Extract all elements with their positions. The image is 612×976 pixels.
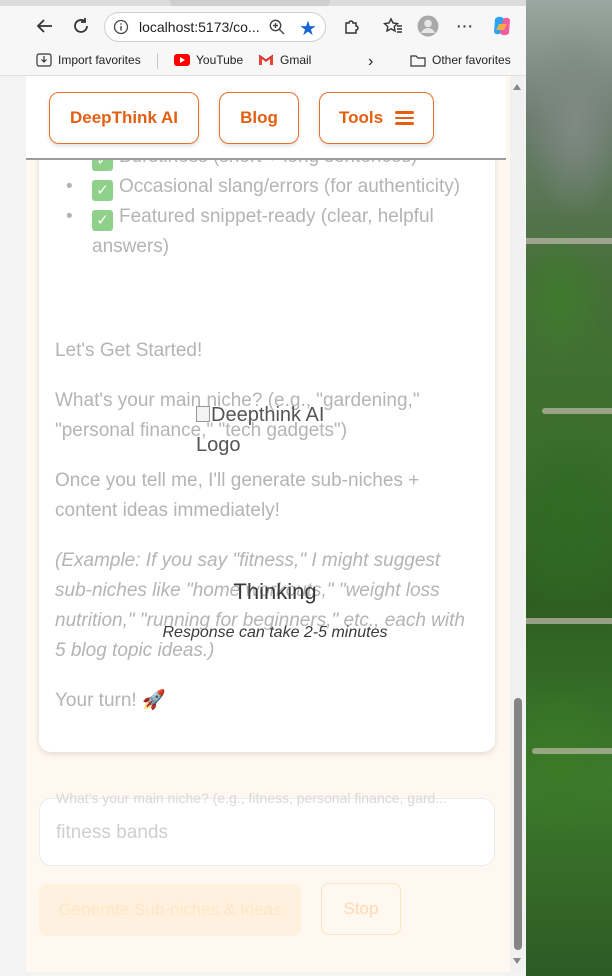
copilot-icon[interactable] — [490, 14, 514, 38]
refresh-icon[interactable] — [69, 14, 93, 38]
zoom-icon[interactable] — [268, 18, 286, 36]
scroll-thumb[interactable] — [514, 698, 522, 950]
youtube-link[interactable]: YouTube — [174, 53, 243, 67]
info-icon[interactable] — [113, 19, 129, 35]
lets-start-text: Let's Get Started! — [55, 340, 203, 361]
your-turn-text: Your turn! 🚀 — [55, 690, 166, 711]
once-text: Once you tell me, I'll generate sub-nich… — [55, 470, 420, 521]
hamburger-menu-icon[interactable] — [395, 108, 415, 128]
folder-icon — [410, 54, 426, 67]
extensions-icon[interactable] — [340, 14, 364, 38]
gmail-icon — [258, 54, 274, 65]
tools-button[interactable]: Tools — [319, 92, 434, 144]
list-item: ✓Featured snippet-ready (clear, helpful … — [66, 202, 476, 262]
favorite-star-icon[interactable]: ★ — [299, 16, 317, 41]
app-page: ✓Burstiness (short + long sentences) ✓Oc… — [26, 76, 510, 972]
import-icon — [36, 53, 52, 67]
blog-label[interactable]: Blog — [240, 108, 278, 128]
feature-checklist: ✓Burstiness (short + long sentences) ✓Oc… — [66, 142, 476, 262]
response-time-note: Response can take 2-5 minutes — [162, 624, 388, 641]
wallpaper-road — [532, 748, 612, 754]
list-item-text: Featured snippet-ready (clear, helpful a… — [92, 206, 434, 257]
gmail-link[interactable]: Gmail — [258, 53, 311, 67]
wallpaper-road — [542, 408, 612, 414]
scroll-up-arrow-icon[interactable] — [513, 84, 521, 90]
other-favorites-link[interactable]: Other favorites — [410, 53, 511, 67]
address-bar[interactable]: localhost:5173/co... ★ — [104, 12, 326, 42]
brand-button[interactable]: DeepThink AI — [49, 92, 199, 144]
list-item: ✓ Occasional slang/errors (for authentici… — [66, 172, 476, 202]
generate-button[interactable]: Generate Sub-niches & Ideas — [39, 884, 301, 936]
wallpaper-road — [512, 618, 612, 624]
logo-image: Deepthink AI Logo — [196, 400, 356, 460]
brand-label[interactable]: DeepThink AI — [70, 108, 178, 128]
gmail-label[interactable]: Gmail — [280, 53, 311, 67]
stop-button[interactable]: Stop — [321, 883, 401, 935]
favorites-separator — [157, 53, 158, 69]
other-favorites-label[interactable]: Other favorites — [432, 53, 511, 67]
blog-button[interactable]: Blog — [219, 92, 299, 144]
back-arrow-icon[interactable] — [33, 14, 57, 38]
profile-avatar-icon[interactable] — [416, 14, 440, 38]
youtube-icon — [174, 54, 190, 66]
thinking-status: Thinking — [233, 579, 317, 604]
list-item-text: Occasional slang/errors (for authenticit… — [119, 176, 461, 197]
logo-alt-text: Deepthink AI Logo — [196, 404, 325, 456]
vertical-scrollbar[interactable] — [510, 76, 524, 972]
youtube-label[interactable]: YouTube — [196, 53, 243, 67]
favorites-icon[interactable] — [381, 14, 405, 38]
tools-label[interactable]: Tools — [339, 108, 383, 128]
niche-input-placeholder: What's your main niche? (e.g., fitness, … — [56, 790, 447, 806]
import-favorites-link[interactable]: Import favorites — [36, 53, 141, 67]
chevron-right-icon[interactable]: › — [368, 53, 373, 71]
broken-image-icon — [196, 406, 210, 422]
import-favorites-label[interactable]: Import favorites — [58, 53, 141, 67]
page-viewport: ✓Burstiness (short + long sentences) ✓Oc… — [26, 76, 524, 972]
browser-window: localhost:5173/co... ★ ··· Import favori… — [0, 0, 526, 976]
check-icon: ✓ — [92, 210, 113, 231]
url-text[interactable]: localhost:5173/co... — [139, 19, 260, 35]
more-options-icon[interactable]: ··· — [452, 14, 476, 38]
browser-toolbar: localhost:5173/co... ★ ··· — [0, 6, 526, 46]
scroll-down-arrow-icon[interactable] — [513, 958, 521, 964]
example-text: (Example: If you say "fitness," I might … — [55, 550, 465, 661]
top-navbar: DeepThink AI Blog Tools — [26, 76, 506, 160]
niche-input-value[interactable]: fitness bands — [56, 822, 168, 844]
favorites-bar: Import favorites YouTube Gmail › Other f… — [0, 46, 526, 76]
wallpaper-road — [512, 238, 612, 244]
check-icon: ✓ — [92, 180, 113, 201]
